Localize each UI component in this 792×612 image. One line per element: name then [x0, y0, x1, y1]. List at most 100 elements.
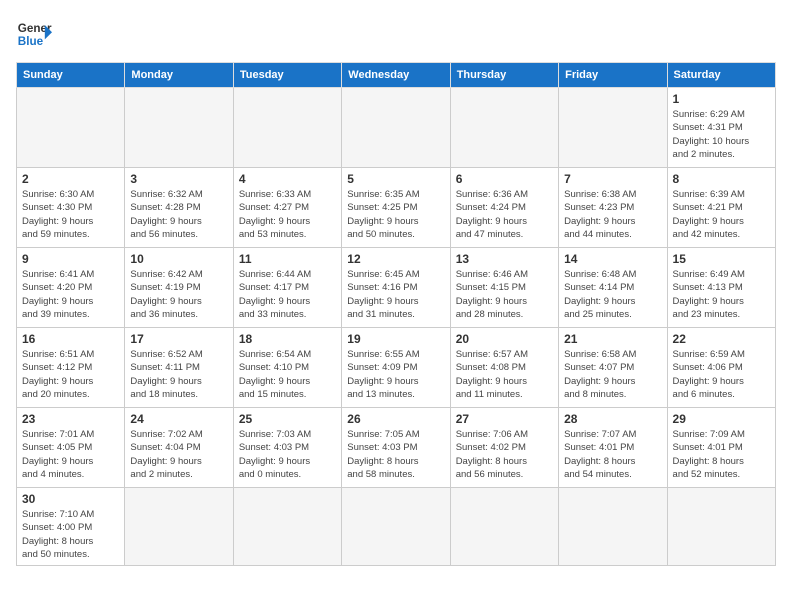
calendar-day-cell: 19Sunrise: 6:55 AM Sunset: 4:09 PM Dayli…: [342, 328, 450, 408]
day-number: 30: [22, 492, 119, 506]
day-number: 8: [673, 172, 770, 186]
weekday-header: Tuesday: [233, 63, 341, 88]
day-info: Sunrise: 6:52 AM Sunset: 4:11 PM Dayligh…: [130, 348, 227, 401]
calendar-day-cell: [450, 88, 558, 168]
day-info: Sunrise: 6:59 AM Sunset: 4:06 PM Dayligh…: [673, 348, 770, 401]
day-number: 18: [239, 332, 336, 346]
calendar-day-cell: 8Sunrise: 6:39 AM Sunset: 4:21 PM Daylig…: [667, 168, 775, 248]
day-info: Sunrise: 6:48 AM Sunset: 4:14 PM Dayligh…: [564, 268, 661, 321]
day-number: 23: [22, 412, 119, 426]
calendar-day-cell: 30 Sunrise: 7:10 AM Sunset: 4:00 PM Dayli…: [17, 488, 125, 566]
day-info: Sunrise: 6:38 AM Sunset: 4:23 PM Dayligh…: [564, 188, 661, 241]
calendar-day-cell: 25 Sunrise: 7:03 AM Sunset: 4:03 PM Dayli…: [233, 408, 341, 488]
day-info: Sunrise: 7:01 AM Sunset: 4:05 PM Dayligh…: [22, 428, 119, 481]
day-number: 27: [456, 412, 553, 426]
calendar-day-cell: 4Sunrise: 6:33 AM Sunset: 4:27 PM Daylig…: [233, 168, 341, 248]
day-number: 15: [673, 252, 770, 266]
day-number: 22: [673, 332, 770, 346]
day-info: Sunrise: 7:06 AM Sunset: 4:02 PM Dayligh…: [456, 428, 553, 481]
day-info: Sunrise: 6:42 AM Sunset: 4:19 PM Dayligh…: [130, 268, 227, 321]
calendar-day-cell: 2 Sunrise: 6:30 AM Sunset: 4:30 PM Daylig…: [17, 168, 125, 248]
calendar-day-cell: 9Sunrise: 6:41 AM Sunset: 4:20 PM Daylig…: [17, 248, 125, 328]
calendar-day-cell: [342, 88, 450, 168]
day-info: Sunrise: 6:32 AM Sunset: 4:28 PM Dayligh…: [130, 188, 227, 241]
calendar-day-cell: 18 Sunrise: 6:54 AM Sunset: 4:10 PM Dayli…: [233, 328, 341, 408]
calendar-week-row: 1Sunrise: 6:29 AM Sunset: 4:31 PM Daylig…: [17, 88, 776, 168]
calendar-day-cell: [233, 88, 341, 168]
calendar-day-cell: [17, 88, 125, 168]
day-number: 17: [130, 332, 227, 346]
calendar-day-cell: 23 Sunrise: 7:01 AM Sunset: 4:05 PM Dayli…: [17, 408, 125, 488]
weekday-header: Thursday: [450, 63, 558, 88]
day-number: 3: [130, 172, 227, 186]
calendar-day-cell: 5Sunrise: 6:35 AM Sunset: 4:25 PM Daylig…: [342, 168, 450, 248]
calendar-day-cell: 28Sunrise: 7:07 AM Sunset: 4:01 PM Dayli…: [559, 408, 667, 488]
calendar-day-cell: 20Sunrise: 6:57 AM Sunset: 4:08 PM Dayli…: [450, 328, 558, 408]
calendar-day-cell: 13Sunrise: 6:46 AM Sunset: 4:15 PM Dayli…: [450, 248, 558, 328]
calendar-day-cell: 21 Sunrise: 6:58 AM Sunset: 4:07 PM Dayli…: [559, 328, 667, 408]
svg-text:Blue: Blue: [18, 35, 44, 48]
calendar-day-cell: 26 Sunrise: 7:05 AM Sunset: 4:03 PM Dayli…: [342, 408, 450, 488]
day-number: 28: [564, 412, 661, 426]
calendar-week-row: 16 Sunrise: 6:51 AM Sunset: 4:12 PM Dayli…: [17, 328, 776, 408]
day-number: 26: [347, 412, 444, 426]
day-number: 21: [564, 332, 661, 346]
calendar-day-cell: 10 Sunrise: 6:42 AM Sunset: 4:19 PM Dayli…: [125, 248, 233, 328]
weekday-header: Friday: [559, 63, 667, 88]
day-info: Sunrise: 7:05 AM Sunset: 4:03 PM Dayligh…: [347, 428, 444, 481]
page-header: GeneralBlue: [16, 16, 776, 52]
calendar-week-row: 2 Sunrise: 6:30 AM Sunset: 4:30 PM Daylig…: [17, 168, 776, 248]
calendar-day-cell: [559, 88, 667, 168]
weekday-header: Wednesday: [342, 63, 450, 88]
day-number: 6: [456, 172, 553, 186]
day-info: Sunrise: 6:36 AM Sunset: 4:24 PM Dayligh…: [456, 188, 553, 241]
day-number: 24: [130, 412, 227, 426]
day-info: Sunrise: 6:58 AM Sunset: 4:07 PM Dayligh…: [564, 348, 661, 401]
day-number: 7: [564, 172, 661, 186]
day-number: 9: [22, 252, 119, 266]
day-info: Sunrise: 7:09 AM Sunset: 4:01 PM Dayligh…: [673, 428, 770, 481]
day-info: Sunrise: 7:03 AM Sunset: 4:03 PM Dayligh…: [239, 428, 336, 481]
day-info: Sunrise: 6:44 AM Sunset: 4:17 PM Dayligh…: [239, 268, 336, 321]
calendar-day-cell: [125, 88, 233, 168]
day-number: 11: [239, 252, 336, 266]
day-number: 29: [673, 412, 770, 426]
day-number: 2: [22, 172, 119, 186]
weekday-header: Monday: [125, 63, 233, 88]
calendar-week-row: 9Sunrise: 6:41 AM Sunset: 4:20 PM Daylig…: [17, 248, 776, 328]
day-number: 16: [22, 332, 119, 346]
calendar-day-cell: 27 Sunrise: 7:06 AM Sunset: 4:02 PM Dayli…: [450, 408, 558, 488]
day-number: 4: [239, 172, 336, 186]
day-number: 10: [130, 252, 227, 266]
calendar-day-cell: 29 Sunrise: 7:09 AM Sunset: 4:01 PM Dayli…: [667, 408, 775, 488]
day-info: Sunrise: 6:55 AM Sunset: 4:09 PM Dayligh…: [347, 348, 444, 401]
day-number: 1: [673, 92, 770, 106]
calendar-day-cell: 3 Sunrise: 6:32 AM Sunset: 4:28 PM Daylig…: [125, 168, 233, 248]
calendar-day-cell: 22 Sunrise: 6:59 AM Sunset: 4:06 PM Dayli…: [667, 328, 775, 408]
day-info: Sunrise: 7:10 AM Sunset: 4:00 PM Dayligh…: [22, 508, 119, 561]
calendar-week-row: 30 Sunrise: 7:10 AM Sunset: 4:00 PM Dayli…: [17, 488, 776, 566]
weekday-header-row: SundayMondayTuesdayWednesdayThursdayFrid…: [17, 63, 776, 88]
day-info: Sunrise: 6:51 AM Sunset: 4:12 PM Dayligh…: [22, 348, 119, 401]
calendar-day-cell: 17 Sunrise: 6:52 AM Sunset: 4:11 PM Dayli…: [125, 328, 233, 408]
calendar-day-cell: [667, 488, 775, 566]
day-number: 5: [347, 172, 444, 186]
weekday-header: Sunday: [17, 63, 125, 88]
calendar-day-cell: 24Sunrise: 7:02 AM Sunset: 4:04 PM Dayli…: [125, 408, 233, 488]
day-info: Sunrise: 6:30 AM Sunset: 4:30 PM Dayligh…: [22, 188, 119, 241]
calendar-day-cell: 6 Sunrise: 6:36 AM Sunset: 4:24 PM Daylig…: [450, 168, 558, 248]
day-info: Sunrise: 6:49 AM Sunset: 4:13 PM Dayligh…: [673, 268, 770, 321]
calendar-day-cell: 12Sunrise: 6:45 AM Sunset: 4:16 PM Dayli…: [342, 248, 450, 328]
calendar-table: SundayMondayTuesdayWednesdayThursdayFrid…: [16, 62, 776, 566]
calendar-week-row: 23 Sunrise: 7:01 AM Sunset: 4:05 PM Dayli…: [17, 408, 776, 488]
calendar-day-cell: [233, 488, 341, 566]
day-info: Sunrise: 6:45 AM Sunset: 4:16 PM Dayligh…: [347, 268, 444, 321]
day-info: Sunrise: 6:54 AM Sunset: 4:10 PM Dayligh…: [239, 348, 336, 401]
day-info: Sunrise: 6:46 AM Sunset: 4:15 PM Dayligh…: [456, 268, 553, 321]
day-number: 25: [239, 412, 336, 426]
calendar-day-cell: 16 Sunrise: 6:51 AM Sunset: 4:12 PM Dayli…: [17, 328, 125, 408]
logo: GeneralBlue: [16, 16, 52, 52]
calendar-day-cell: 11 Sunrise: 6:44 AM Sunset: 4:17 PM Dayli…: [233, 248, 341, 328]
calendar-day-cell: 7 Sunrise: 6:38 AM Sunset: 4:23 PM Daylig…: [559, 168, 667, 248]
day-info: Sunrise: 6:57 AM Sunset: 4:08 PM Dayligh…: [456, 348, 553, 401]
